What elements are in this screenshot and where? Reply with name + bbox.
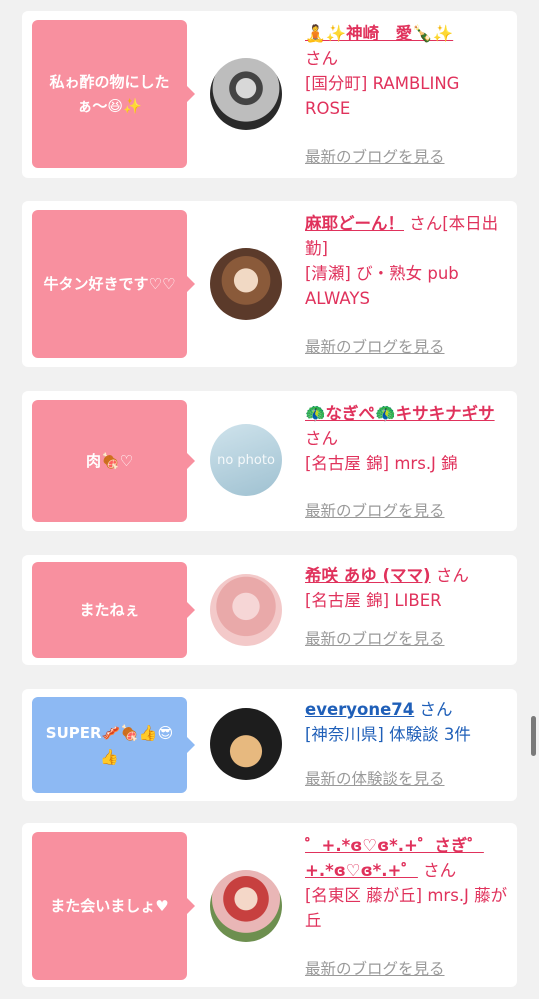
shop-info: [清瀬] び・熟女 pub ALWAYS: [305, 264, 459, 308]
message-bubble: 私ゎ酢の物にしたぁ〜😆✨: [32, 20, 195, 168]
honorific: さん: [305, 429, 338, 448]
avatar[interactable]: [210, 708, 282, 780]
honorific: さん: [423, 861, 457, 880]
shop-info: [名東区 藤が丘] mrs.J 藤が丘: [305, 886, 508, 930]
list-item: 牛タン好きです♡♡ 麻耶どーん！ さん[本日出勤] [清瀬] び・熟女 pub …: [22, 201, 517, 367]
username-link[interactable]: 🦚なぎぺ🦚キサキナギサ: [305, 404, 495, 423]
latest-blog-link[interactable]: 最新のブログを見る: [305, 499, 445, 521]
review-count: [神奈川県] 体験談 3件: [305, 725, 471, 744]
list-item: 私ゎ酢の物にしたぁ〜😆✨ 🧘✨神崎 愛🍾✨ さん [国分町] RAMBLING …: [22, 11, 517, 178]
message-bubble: 牛タン好きです♡♡: [32, 210, 195, 358]
user-info: ゜+.*ɞ♡ɞ*.+゜さぎ゜+.*ɞ♡ɞ*.+゜ さん [名東区 藤が丘] mr…: [305, 833, 510, 933]
username-link[interactable]: 希咲 あゆ (ママ): [305, 566, 431, 585]
avatar[interactable]: [210, 58, 282, 130]
list-item: SUPER🥓🍖👍😎👍 everyone74 さん [神奈川県] 体験談 3件 最…: [22, 689, 517, 801]
user-info: 麻耶どーん！ さん[本日出勤] [清瀬] び・熟女 pub ALWAYS: [305, 211, 510, 311]
message-bubble: 肉🍖♡: [32, 400, 195, 522]
message-bubble: また会いましょ♥: [32, 832, 195, 980]
avatar[interactable]: [210, 248, 282, 320]
shop-info: [名古屋 錦] mrs.J 錦: [305, 454, 458, 473]
shop-info: [国分町] RAMBLING ROSE: [305, 74, 460, 118]
avatar[interactable]: [210, 870, 282, 942]
user-info: 🦚なぎぺ🦚キサキナギサ さん [名古屋 錦] mrs.J 錦: [305, 401, 510, 476]
username-link[interactable]: ゜+.*ɞ♡ɞ*.+゜さぎ゜+.*ɞ♡ɞ*.+゜: [305, 836, 484, 880]
list-item: また会いましょ♥ ゜+.*ɞ♡ɞ*.+゜さぎ゜+.*ɞ♡ɞ*.+゜ さん [名東…: [22, 823, 517, 987]
user-info: 🧘✨神崎 愛🍾✨ さん [国分町] RAMBLING ROSE: [305, 21, 510, 121]
honorific: さん: [419, 700, 453, 719]
list-item: またねぇ 希咲 あゆ (ママ) さん [名古屋 錦] LIBER 最新のブログを…: [22, 555, 517, 665]
latest-blog-link[interactable]: 最新のブログを見る: [305, 145, 445, 167]
no-photo-label: no photo: [217, 452, 275, 468]
shop-info: [名古屋 錦] LIBER: [305, 591, 442, 610]
latest-blog-link[interactable]: 最新のブログを見る: [305, 627, 445, 649]
avatar[interactable]: no photo: [210, 424, 282, 496]
honorific: さん: [305, 49, 338, 68]
user-info: everyone74 さん [神奈川県] 体験談 3件: [305, 697, 510, 747]
user-info: 希咲 あゆ (ママ) さん [名古屋 錦] LIBER: [305, 563, 510, 613]
username-link[interactable]: everyone74: [305, 700, 414, 719]
latest-blog-link[interactable]: 最新のブログを見る: [305, 335, 445, 357]
message-bubble: SUPER🥓🍖👍😎👍: [32, 697, 195, 793]
honorific: さん: [435, 566, 469, 585]
message-bubble: またねぇ: [32, 562, 195, 658]
latest-review-link[interactable]: 最新の体験談を見る: [305, 767, 445, 789]
latest-blog-link[interactable]: 最新のブログを見る: [305, 957, 445, 979]
avatar[interactable]: [210, 574, 282, 646]
username-link[interactable]: 🧘✨神崎 愛🍾✨: [305, 24, 453, 43]
scrollbar[interactable]: [531, 716, 536, 756]
username-link[interactable]: 麻耶どーん！: [305, 214, 404, 233]
list-item: 肉🍖♡ no photo 🦚なぎぺ🦚キサキナギサ さん [名古屋 錦] mrs.…: [22, 391, 517, 531]
